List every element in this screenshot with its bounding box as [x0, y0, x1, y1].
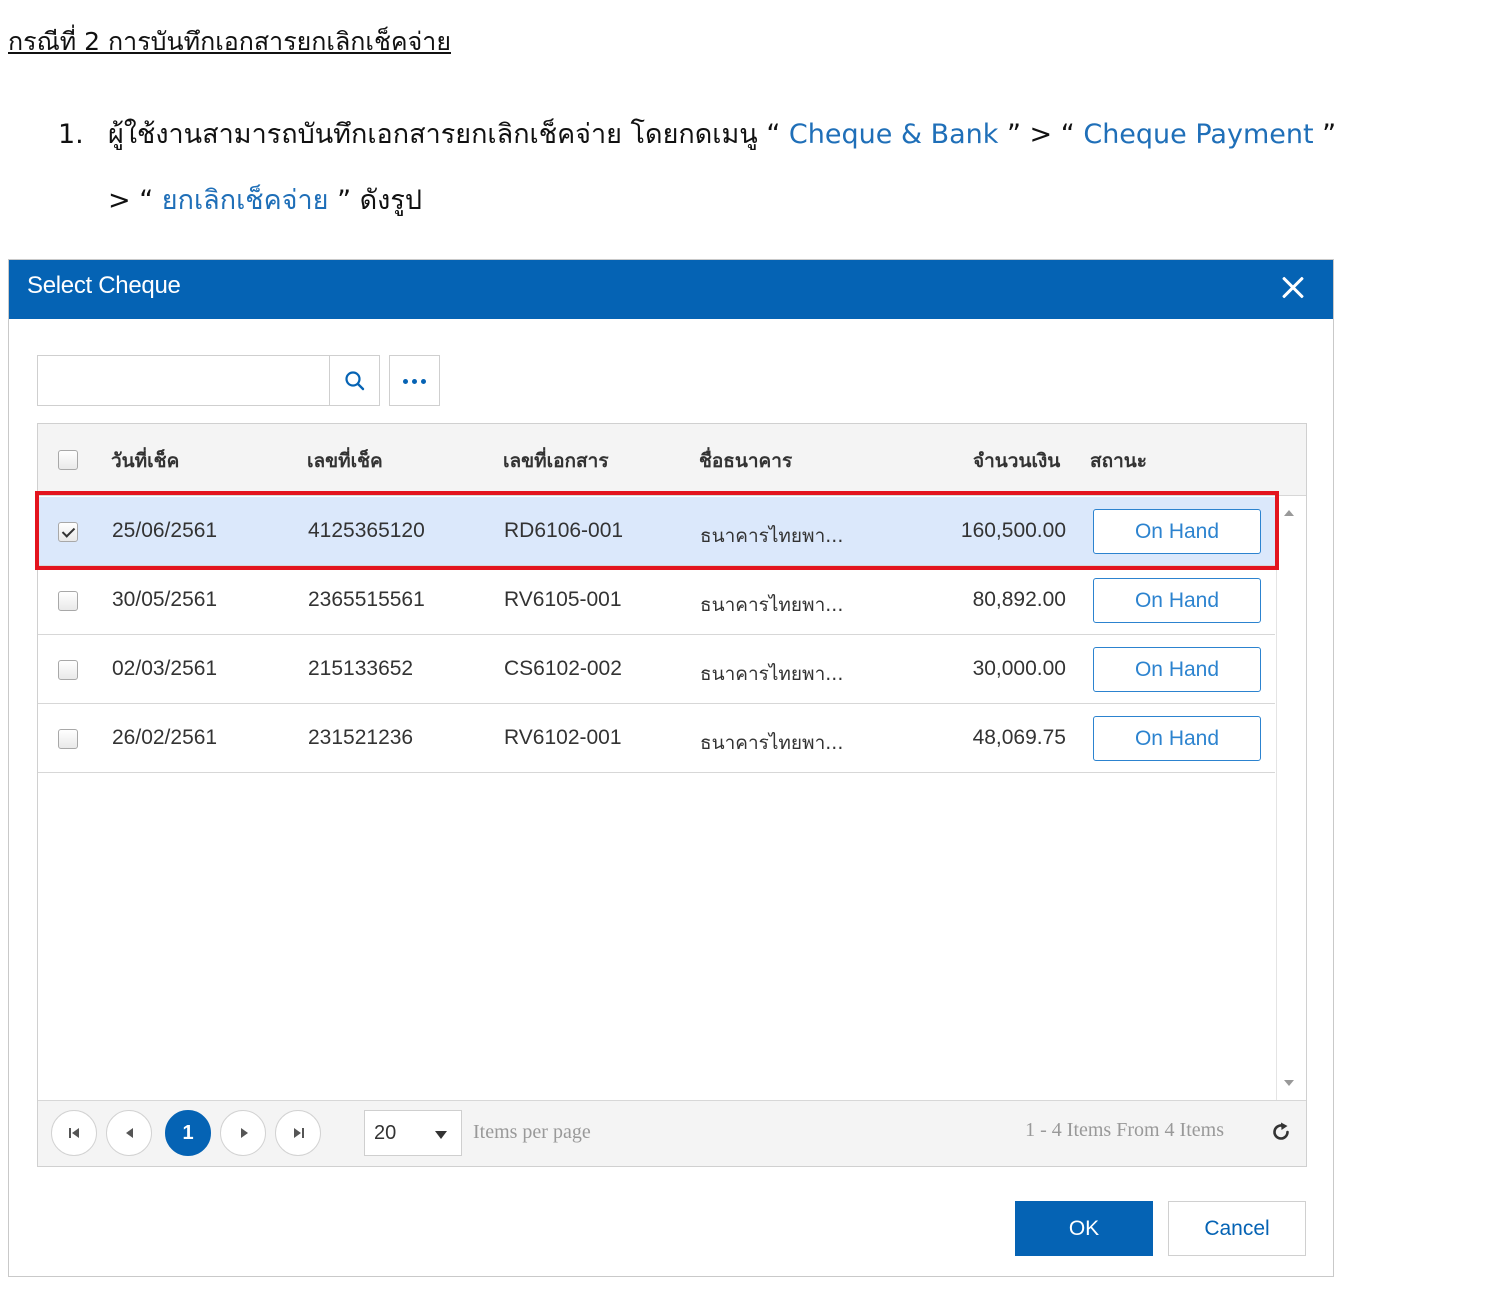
column-header-date[interactable]: วันที่เช็ค: [111, 446, 179, 476]
grid-header: วันที่เช็ค เลขที่เช็ค เลขที่เอกสาร ชื่อธ…: [38, 424, 1306, 496]
prev-page-button[interactable]: [106, 1110, 152, 1156]
cell-amount: 160,500.00: [960, 519, 1066, 542]
column-header-cheque-no[interactable]: เลขที่เช็ค: [307, 446, 383, 476]
table-row[interactable]: 25/06/2561 4125365120 RD6106-001 ธนาคารไ…: [38, 497, 1275, 566]
cell-doc-no: RV6102-001: [504, 726, 622, 749]
search-input[interactable]: [37, 355, 330, 406]
row-checkbox[interactable]: [58, 660, 78, 680]
cell-cheque-no: 4125365120: [308, 519, 425, 542]
scroll-down-icon[interactable]: [1284, 1080, 1294, 1086]
menu-link-cheque-bank: Cheque & Bank: [788, 119, 999, 150]
dropdown-arrow-icon: [435, 1131, 447, 1139]
last-page-icon: [294, 1128, 301, 1138]
page-size-value: 20: [374, 1122, 397, 1144]
step-text-a: ผู้ใช้งานสามารถบันทึกเอกสารยกเลิกเช็คจ่า…: [108, 119, 789, 150]
cell-doc-no: CS6102-002: [504, 657, 622, 680]
cell-bank: ธนาคารไทยพา...: [700, 663, 844, 685]
more-options-button[interactable]: [389, 355, 440, 406]
cell-cheque-no: 2365515561: [308, 588, 425, 611]
dialog-title: Select Cheque: [27, 272, 181, 299]
status-button[interactable]: On Hand: [1093, 647, 1261, 692]
cell-cheque-no: 231521236: [308, 726, 414, 749]
select-all-checkbox[interactable]: [58, 450, 78, 470]
page-size-select[interactable]: 20: [364, 1110, 462, 1156]
close-icon[interactable]: [1275, 270, 1311, 306]
vertical-scrollbar[interactable]: [1276, 496, 1306, 1100]
last-page-button[interactable]: [275, 1110, 321, 1156]
menu-link-cancel-cheque: ยกเลิกเช็คจ่าย: [161, 185, 329, 216]
step-1-text: 1. ผู้ใช้งานสามารถบันทึกเอกสารยกเลิกเช็คจ…: [58, 112, 1336, 155]
cell-amount: 30,000.00: [972, 657, 1066, 680]
search-button[interactable]: [329, 355, 380, 406]
table-row[interactable]: 30/05/2561 2365515561 RV6105-001 ธนาคารไ…: [38, 566, 1275, 635]
status-button[interactable]: On Hand: [1093, 578, 1261, 623]
cell-doc-no: RD6106-001: [504, 519, 624, 542]
cell-date: 30/05/2561: [112, 588, 218, 611]
table-row[interactable]: 02/03/2561 215133652 CS6102-002 ธนาคารไท…: [38, 635, 1275, 704]
cell-bank: ธนาคารไทยพา...: [700, 732, 844, 754]
scroll-up-icon[interactable]: [1284, 510, 1294, 516]
cell-date: 02/03/2561: [112, 657, 218, 680]
step-text-b: ” > “: [998, 119, 1084, 150]
step-text-d: > “: [108, 185, 162, 216]
cell-bank: ธนาคารไทยพา...: [700, 594, 844, 616]
more-icon: [403, 379, 427, 384]
items-per-page-label: Items per page: [473, 1121, 591, 1143]
first-page-button[interactable]: [51, 1110, 97, 1156]
table-row[interactable]: 26/02/2561 231521236 RV6102-001 ธนาคารไท…: [38, 704, 1275, 773]
prev-page-icon: [126, 1128, 133, 1138]
select-cheque-dialog: Select Cheque วันที่เช็ค เลขที่เช็ค เลขท…: [8, 259, 1334, 1277]
step-text-e: ” ดังรูป: [328, 185, 423, 216]
dialog-header: Select Cheque: [9, 260, 1333, 319]
next-page-button[interactable]: [220, 1110, 266, 1156]
step-number: 1.: [58, 119, 84, 150]
pager: 1 20 Items per page 1 - 4 Items From 4 I…: [38, 1100, 1306, 1166]
search-icon: [345, 371, 365, 391]
page-number-current[interactable]: 1: [165, 1110, 211, 1156]
cell-doc-no: RV6105-001: [504, 588, 622, 611]
cell-date: 26/02/2561: [112, 726, 218, 749]
cell-bank: ธนาคารไทยพา...: [700, 525, 844, 547]
cell-date: 25/06/2561: [112, 519, 218, 542]
column-header-amount[interactable]: จำนวนเงิน: [973, 446, 1060, 476]
row-checkbox[interactable]: [58, 522, 78, 542]
step-text-c: ”: [1313, 119, 1337, 150]
status-button[interactable]: On Hand: [1093, 716, 1261, 761]
cell-cheque-no: 215133652: [308, 657, 414, 680]
items-count-info: 1 - 4 Items From 4 Items: [1025, 1119, 1224, 1141]
status-button[interactable]: On Hand: [1093, 509, 1261, 554]
cell-amount: 80,892.00: [972, 588, 1066, 611]
cell-amount: 48,069.75: [972, 726, 1066, 749]
row-checkbox[interactable]: [58, 591, 78, 611]
next-page-icon: [241, 1128, 248, 1138]
ok-button[interactable]: OK: [1015, 1201, 1153, 1256]
document-heading: กรณีที่ 2 การบันทึกเอกสารยกเลิกเช็คจ่าย: [8, 27, 451, 56]
column-header-doc-no[interactable]: เลขที่เอกสาร: [503, 446, 609, 476]
refresh-icon[interactable]: [1270, 1121, 1292, 1143]
column-header-bank[interactable]: ชื่อธนาคาร: [699, 446, 792, 476]
menu-link-cheque-payment: Cheque Payment: [1083, 119, 1314, 150]
cheque-grid: วันที่เช็ค เลขที่เช็ค เลขที่เอกสาร ชื่อธ…: [37, 423, 1307, 1167]
column-header-status[interactable]: สถานะ: [1090, 446, 1147, 476]
first-page-icon: [69, 1128, 71, 1138]
row-checkbox[interactable]: [58, 729, 78, 749]
step-1-continuation: > “ ยกเลิกเช็คจ่าย ” ดังรูป: [108, 178, 422, 221]
cancel-button[interactable]: Cancel: [1168, 1201, 1306, 1256]
